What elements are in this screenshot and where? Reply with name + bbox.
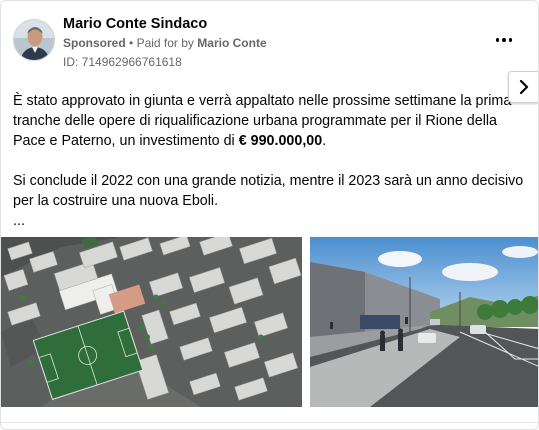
avatar[interactable]: [13, 19, 55, 61]
sponsored-label: Sponsored: [63, 36, 126, 50]
post-text: È stato approvato in giunta e verrà appa…: [13, 91, 524, 231]
aerial-rendering-image[interactable]: [1, 237, 302, 407]
sponsor-info: Sponsored • Paid for by Mario Conte: [63, 36, 267, 50]
image-carousel: [1, 237, 538, 407]
post-header: Mario Conte Sindaco Sponsored • Paid for…: [13, 15, 526, 73]
payer-name: Mario Conte: [197, 36, 267, 50]
ad-id: ID: 714962966761618: [63, 55, 182, 69]
investment-amount: € 990.000,00: [238, 133, 323, 149]
paragraph-1-end: .: [322, 133, 327, 149]
card-divider: [1, 422, 538, 423]
paragraph-2: Si conclude il 2022 con una grande notiz…: [13, 173, 524, 209]
paid-for-prefix: Paid for by: [136, 36, 194, 50]
author-name[interactable]: Mario Conte Sindaco: [63, 16, 207, 32]
paragraph-1: È stato approvato in giunta e verrà appa…: [13, 91, 524, 151]
ad-card: Mario Conte Sindaco Sponsored • Paid for…: [0, 0, 539, 430]
street-rendering-image[interactable]: [310, 237, 538, 407]
carousel-next-button[interactable]: [508, 71, 538, 103]
see-more-ellipsis[interactable]: ...: [13, 211, 524, 231]
chevron-right-icon: [519, 80, 529, 94]
meta-separator: •: [129, 36, 134, 50]
more-horizontal-icon[interactable]: [492, 31, 516, 49]
